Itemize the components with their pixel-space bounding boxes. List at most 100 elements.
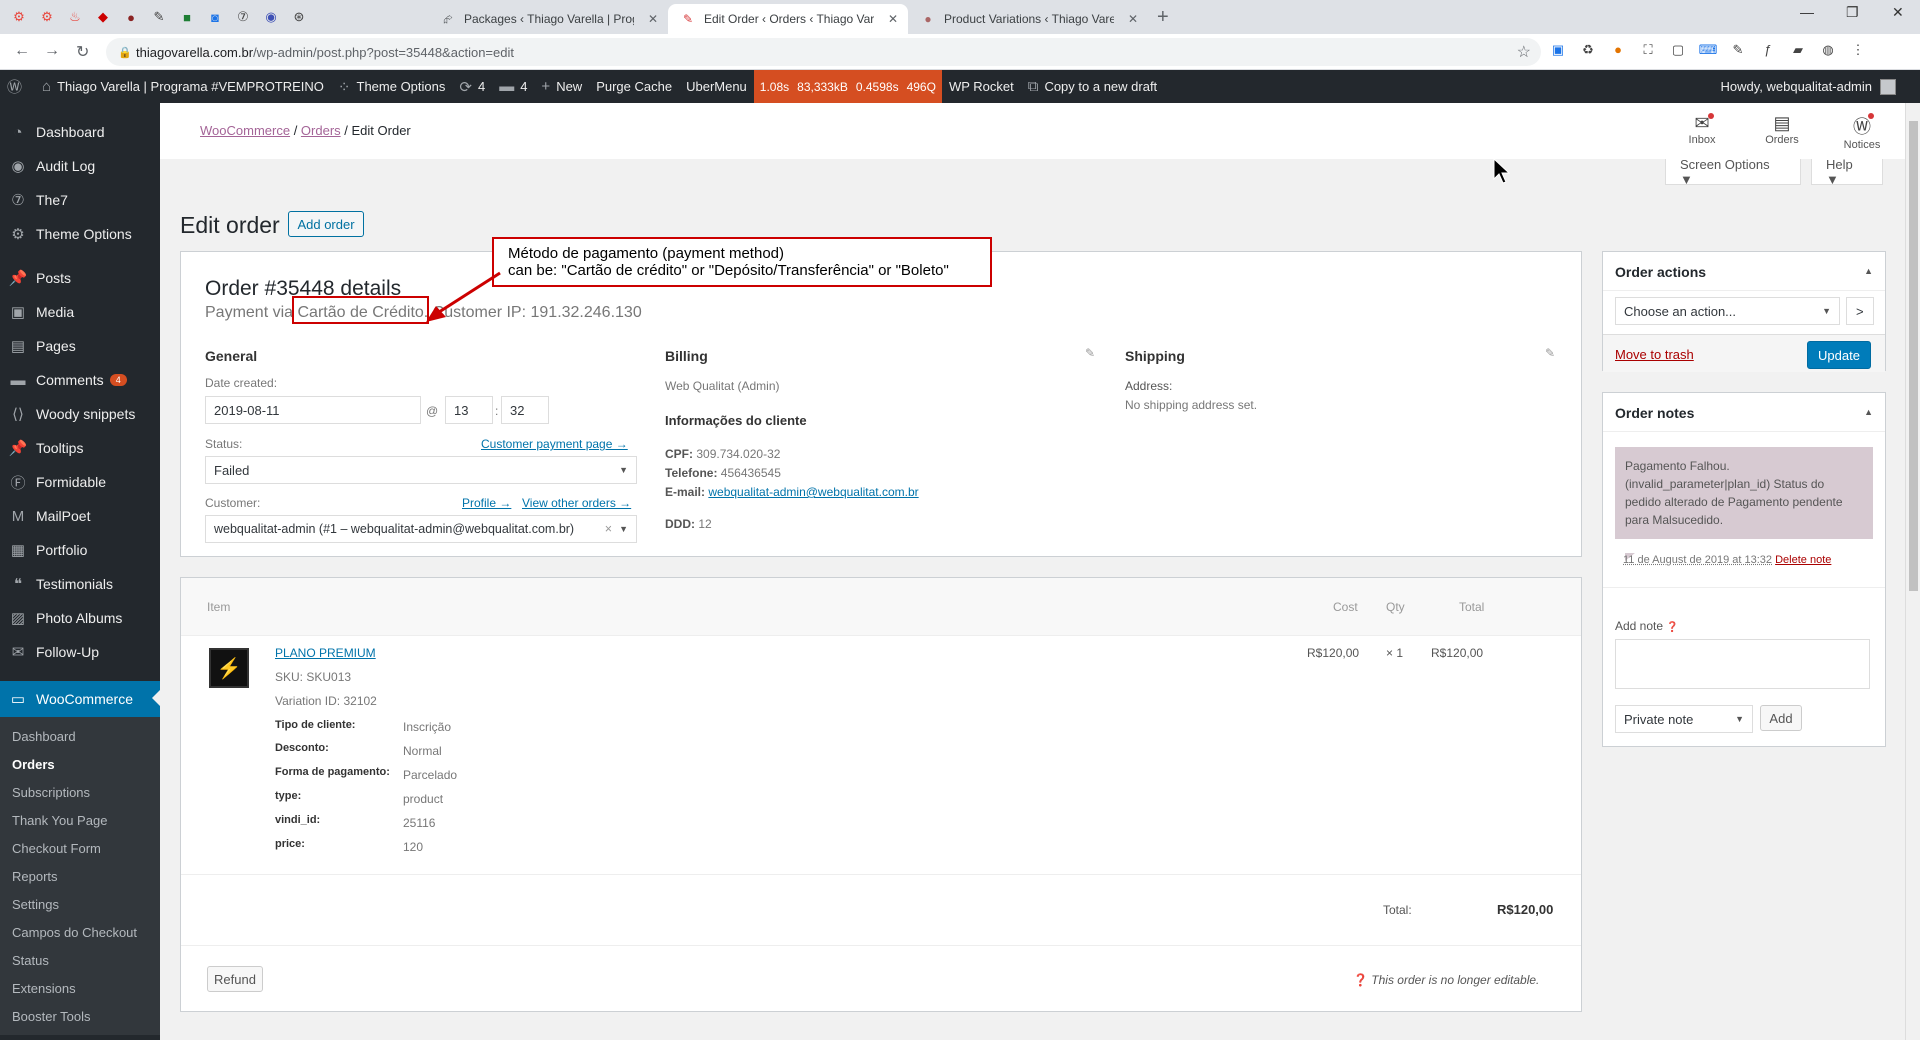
note-type-select[interactable]: Private note ▼ [1615, 705, 1753, 733]
delete-note-link[interactable]: Delete note [1775, 554, 1831, 566]
pinned-tab-icon[interactable]: ◆ [92, 6, 114, 28]
extension-icon[interactable]: ⛶ [1638, 42, 1658, 62]
collapse-arrow-icon[interactable]: ▲ [1864, 407, 1873, 417]
submenu-orders[interactable]: Orders [12, 757, 55, 772]
new-content-link[interactable]: + New [534, 70, 589, 103]
pinned-tab-icon[interactable]: ⊛ [288, 6, 310, 28]
pinned-tab-icon[interactable]: ⑦ [232, 6, 254, 28]
edit-billing-pencil-icon[interactable]: ✎ [1085, 346, 1095, 360]
my-account[interactable]: Howdy, webqualitat-admin [1721, 70, 1896, 103]
sidebar-item-testimonials[interactable]: ❝ Testimonials [0, 567, 160, 601]
add-note-button[interactable]: Add [1760, 705, 1802, 731]
sidebar-item-dashboard[interactable]: ◔ Dashboard [0, 115, 160, 149]
query-monitor[interactable]: 1.08s 83,333kB 0.4598s 496Q [753, 70, 942, 103]
move-to-trash-link[interactable]: Move to trash [1615, 347, 1694, 362]
extension-icon[interactable]: ✎ [1728, 42, 1748, 62]
clear-icon[interactable]: × [605, 522, 612, 536]
submenu-extensions[interactable]: Extensions [12, 981, 76, 996]
hour-field[interactable]: 13 [445, 396, 493, 424]
sidebar-item-follow-up[interactable]: ✉ Follow-Up [0, 635, 160, 669]
update-button[interactable]: Update [1807, 341, 1871, 369]
submenu-booster-tools[interactable]: Booster Tools [12, 1009, 91, 1024]
collapse-arrow-icon[interactable]: ▲ [1864, 266, 1873, 276]
pinned-tab-icon[interactable]: ⚙ [8, 6, 30, 28]
site-name-link[interactable]: ⌂ Thiago Varella | Programa #VEMPROTREINO [35, 70, 331, 103]
purge-cache-link[interactable]: Purge Cache [589, 70, 679, 103]
pinned-tab-icon[interactable]: ⚙ [36, 6, 58, 28]
ubermenu-link[interactable]: UberMenu [679, 70, 754, 103]
product-name-link[interactable]: PLANO PREMIUM [275, 646, 376, 660]
submenu-campos-checkout[interactable]: Campos do Checkout [12, 925, 137, 940]
view-other-orders-link[interactable]: View other orders → [522, 496, 631, 510]
submenu-settings[interactable]: Settings [12, 897, 59, 912]
minimize-button[interactable]: — [1800, 4, 1814, 20]
tab-product-variations[interactable]: ● Product Variations ‹ Thiago Varel ✕ [908, 4, 1148, 34]
submenu-thank-you-page[interactable]: Thank You Page [12, 813, 107, 828]
extension-icon[interactable]: ▢ [1668, 42, 1688, 62]
tab-edit-order[interactable]: ✎ Edit Order ‹ Orders ‹ Thiago Vare ✕ [668, 4, 908, 34]
sidebar-item-tooltips[interactable]: 📌 Tooltips [0, 431, 160, 465]
customer-payment-page-link[interactable]: Customer payment page → [481, 437, 628, 451]
add-order-button[interactable]: Add order [288, 211, 364, 237]
sidebar-item-comments[interactable]: ▬ Comments 4 [0, 363, 160, 397]
pinned-tab-icon[interactable]: ■ [176, 6, 198, 28]
pinned-tab-icon[interactable]: ◉ [260, 6, 282, 28]
extension-icon[interactable]: ● [1608, 42, 1628, 62]
address-bar[interactable]: 🔒 thiagovarella.com.br/wp-admin/post.php… [106, 38, 1541, 66]
submenu-dashboard[interactable]: Dashboard [12, 729, 76, 744]
customer-select[interactable]: webqualitat-admin (#1 – webqualitat-admi… [205, 515, 637, 543]
notices-button[interactable]: Ⓦ Notices [1832, 113, 1892, 151]
edit-shipping-pencil-icon[interactable]: ✎ [1545, 346, 1555, 360]
reload-icon[interactable]: ↻ [76, 42, 89, 62]
extension-icon[interactable]: ⌨ [1698, 42, 1718, 62]
updates-link[interactable]: ⟳ 4 [452, 70, 492, 103]
sidebar-item-media[interactable]: ▣ Media [0, 295, 160, 329]
close-icon[interactable]: ✕ [888, 12, 898, 26]
sidebar-item-woody-snippets[interactable]: ⟨⟩ Woody snippets [0, 397, 160, 431]
sidebar-item-theme-options[interactable]: ⚙ Theme Options [0, 217, 160, 251]
menu-dots-icon[interactable]: ⋮ [1848, 42, 1868, 62]
sidebar-item-woocommerce[interactable]: ▭ WooCommerce [0, 681, 160, 717]
forward-icon[interactable]: → [44, 42, 60, 60]
sidebar-item-photo-albums[interactable]: ▨ Photo Albums [0, 601, 160, 635]
help-button[interactable]: Help ▼ [1811, 157, 1883, 187]
order-action-select[interactable]: Choose an action... ▼ [1615, 297, 1840, 325]
wp-logo[interactable]: Ⓦ [0, 70, 35, 103]
close-window-button[interactable]: ✕ [1892, 4, 1904, 21]
close-icon[interactable]: ✕ [648, 12, 658, 26]
back-icon[interactable]: ← [14, 42, 30, 60]
pinned-tab-icon[interactable]: ● [120, 6, 142, 28]
orders-button[interactable]: ▤ Orders [1752, 113, 1812, 146]
wp-rocket-link[interactable]: WP Rocket [942, 70, 1021, 103]
new-tab-button[interactable]: + [1157, 6, 1169, 29]
email-link[interactable]: webqualitat-admin@webqualitat.com.br [708, 485, 918, 499]
sidebar-item-portfolio[interactable]: ▦ Portfolio [0, 533, 160, 567]
pinned-tab-icon[interactable]: ◙ [204, 6, 226, 28]
page-scrollbar[interactable] [1905, 103, 1920, 1040]
pinned-tab-icon[interactable]: ♨ [64, 6, 86, 28]
profile-link[interactable]: Profile → [462, 496, 511, 510]
status-select[interactable]: Failed ▼ [205, 456, 637, 484]
date-field[interactable]: 2019-08-11 [205, 396, 421, 424]
copy-draft-link[interactable]: ⧉ Copy to a new draft [1021, 70, 1164, 103]
sidebar-item-formidable[interactable]: Ⓕ Formidable [0, 465, 160, 499]
extension-icon[interactable]: ▰ [1788, 42, 1808, 62]
sidebar-item-audit-log[interactable]: ◉ Audit Log [0, 149, 160, 183]
sidebar-item-posts[interactable]: 📌 Posts [0, 261, 160, 295]
minute-field[interactable]: 32 [501, 396, 549, 424]
comments-link[interactable]: ▬ 4 [492, 70, 534, 103]
apply-action-button[interactable]: > [1846, 297, 1874, 325]
add-note-textarea[interactable] [1615, 639, 1870, 689]
submenu-status[interactable]: Status [12, 953, 49, 968]
bookmark-star-icon[interactable]: ☆ [1517, 42, 1531, 62]
submenu-reports[interactable]: Reports [12, 869, 58, 884]
sidebar-item-mailpoet[interactable]: M MailPoet [0, 499, 160, 533]
sidebar-item-pages[interactable]: ▤ Pages [0, 329, 160, 363]
inbox-button[interactable]: ✉ Inbox [1672, 113, 1732, 146]
theme-options-link[interactable]: ⁘ Theme Options [331, 70, 452, 103]
breadcrumb-orders[interactable]: Orders [301, 123, 341, 138]
refund-button[interactable]: Refund [207, 966, 263, 992]
profile-icon[interactable]: ◍ [1818, 42, 1838, 62]
extension-icon[interactable]: ƒ [1758, 42, 1778, 62]
breadcrumb-woocommerce[interactable]: WooCommerce [200, 123, 290, 138]
